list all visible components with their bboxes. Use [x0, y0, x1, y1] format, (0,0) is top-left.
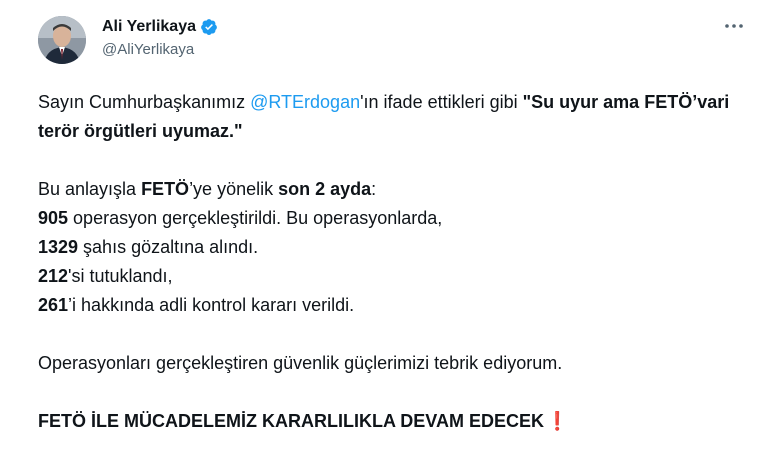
text-span: şahıs gözaltına alındı. — [78, 237, 259, 257]
tweet-text: Sayın Cumhurbaşkanımız @RTErdogan'ın ifa… — [38, 88, 738, 436]
tweet-paragraph-3: Operasyonları gerçekleştiren güvenlik gü… — [38, 353, 563, 373]
verified-badge-icon — [200, 18, 218, 36]
author-handle[interactable]: @AliYerlikaya — [102, 41, 218, 58]
stat-number: 261 — [38, 295, 69, 315]
text-span: operasyon gerçekleştirildi. Bu operasyon… — [68, 208, 443, 228]
bold-text: FETÖ — [141, 179, 190, 199]
tweet-paragraph-2: Bu anlayışla FETÖ’ye yönelik son 2 ayda:… — [38, 175, 738, 320]
tweet-paragraph-4: FETÖ İLE MÜCADELEMİZ KARARLILIKLA DEVAM … — [38, 407, 738, 436]
exclamation-icon: ❗ — [546, 411, 569, 431]
bold-text: FETÖ İLE MÜCADELEMİZ KARARLILIKLA DEVAM … — [38, 411, 544, 431]
text-span: 'ın ifade ettikleri gibi — [360, 92, 523, 112]
stat-number: 212 — [38, 266, 69, 286]
text-span: ’i hakkında adli kontrol kararı verildi. — [68, 295, 355, 315]
author-name[interactable]: Ali Yerlikaya — [102, 18, 196, 36]
author-name-row: Ali Yerlikaya — [102, 16, 218, 38]
tweet-paragraph-1: Sayın Cumhurbaşkanımız @RTErdogan'ın ifa… — [38, 88, 738, 146]
stat-number: 905 — [38, 208, 69, 228]
author-info: Ali Yerlikaya @AliYerlikaya — [102, 16, 218, 58]
text-span: ’ye yönelik — [189, 179, 279, 199]
text-span: Bu anlayışla — [38, 179, 142, 199]
avatar[interactable] — [38, 16, 86, 64]
stat-number: 1329 — [38, 237, 79, 257]
avatar-image — [38, 16, 86, 64]
text-span: : — [371, 179, 377, 199]
text-span: 'si tutuklandı, — [68, 266, 173, 286]
bold-text: son 2 ayda — [278, 179, 372, 199]
text-span: Sayın Cumhurbaşkanımız — [38, 92, 251, 112]
more-options-icon[interactable] — [720, 14, 748, 38]
tweet-card: Ali Yerlikaya @AliYerlikaya Sayın Cumhur… — [0, 0, 784, 473]
mention-link[interactable]: @RTErdogan — [250, 92, 360, 112]
